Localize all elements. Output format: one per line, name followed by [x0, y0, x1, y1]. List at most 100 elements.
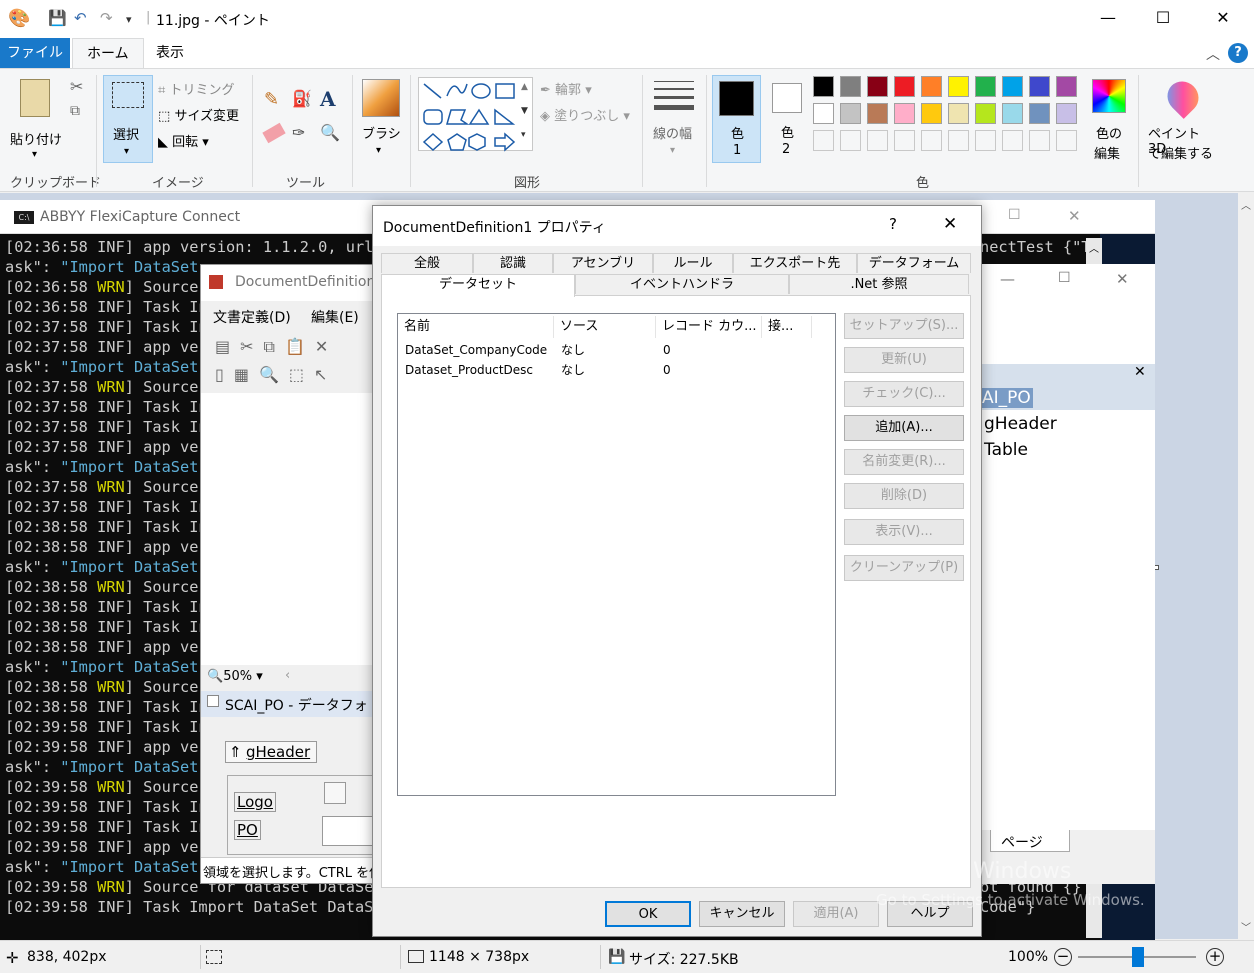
text-icon[interactable]: A: [320, 87, 336, 111]
palette-swatch[interactable]: [813, 76, 834, 97]
close-button[interactable]: ✕: [1208, 8, 1238, 27]
scroll-down-icon[interactable]: ﹀: [1241, 919, 1251, 934]
palette-swatch[interactable]: [840, 76, 861, 97]
palette-swatch[interactable]: [813, 103, 834, 124]
save-icon[interactable]: 💾: [48, 9, 67, 27]
tab-6[interactable]: データフォーム: [857, 253, 971, 273]
vertical-scrollbar[interactable]: ︿ ﹀: [1238, 193, 1254, 939]
fill-icon[interactable]: ⛽: [292, 89, 312, 108]
tab-view[interactable]: 表示: [142, 38, 198, 68]
select-button[interactable]: 選択 ▾: [103, 75, 153, 163]
color-picker-icon[interactable]: ✑: [292, 123, 305, 142]
paste-button[interactable]: 貼り付け ▾: [8, 75, 64, 165]
paint3d-button[interactable]: ペイント 3D で編集する: [1146, 75, 1222, 163]
ok-button[interactable]: OK: [605, 901, 691, 927]
copy-icon[interactable]: ⧉: [70, 103, 80, 119]
scroll-down-icon[interactable]: ▼: [521, 106, 528, 116]
palette-swatch[interactable]: [975, 76, 996, 97]
dataset-list[interactable]: 名前 ソース レコード カウ... 接... DataSet_CompanyCode な…: [397, 313, 836, 796]
magnifier-icon[interactable]: 🔍: [320, 123, 340, 142]
custom-color-slot[interactable]: [1002, 130, 1023, 151]
custom-color-slot[interactable]: [975, 130, 996, 151]
size-button[interactable]: 線の幅 ▾: [650, 77, 700, 163]
palette-swatch[interactable]: [948, 76, 969, 97]
rotate-button[interactable]: ◣ 回転 ▾: [158, 131, 209, 150]
list-item[interactable]: DataSet_CompanyCode なし 0: [398, 340, 835, 360]
zoom-slider-thumb[interactable]: [1132, 947, 1144, 967]
zoom-out-button[interactable]: −: [1054, 948, 1072, 966]
cleanup-button[interactable]: クリーンアップ(P): [844, 555, 964, 581]
custom-color-slot[interactable]: [948, 130, 969, 151]
palette-swatch[interactable]: [1002, 76, 1023, 97]
palette-swatch[interactable]: [894, 103, 915, 124]
palette-swatch[interactable]: [867, 76, 888, 97]
tab-home[interactable]: ホーム: [72, 38, 144, 68]
tab-dataset-active[interactable]: データセット: [381, 274, 575, 297]
palette-swatch[interactable]: [921, 76, 942, 97]
palette-swatch[interactable]: [840, 103, 861, 124]
scroll-up-icon[interactable]: ▲: [521, 82, 528, 92]
minimize-button[interactable]: —: [1093, 8, 1123, 27]
tab-3[interactable]: アセンブリ: [553, 253, 653, 273]
shapes-gallery[interactable]: ▲ ▼ ▾: [418, 77, 533, 152]
tab-9[interactable]: .Net 参照: [789, 274, 969, 294]
undo-icon[interactable]: ↶: [74, 9, 87, 27]
custom-color-slot[interactable]: [1056, 130, 1077, 151]
add-button[interactable]: 追加(A)...: [844, 415, 964, 441]
palette-swatch[interactable]: [975, 103, 996, 124]
palette-swatch[interactable]: [1029, 103, 1050, 124]
setup-button[interactable]: セットアップ(S)...: [844, 313, 964, 339]
view-button[interactable]: 表示(V)...: [844, 519, 964, 545]
help-icon[interactable]: ?: [1228, 43, 1248, 63]
color2-button[interactable]: 色 2: [764, 75, 810, 163]
delete-button[interactable]: 削除(D): [844, 483, 964, 509]
palette-swatch[interactable]: [1029, 76, 1050, 97]
column-header[interactable]: 名前: [398, 316, 554, 338]
palette-swatch[interactable]: [1056, 76, 1077, 97]
custom-color-slot[interactable]: [867, 130, 888, 151]
custom-color-slot[interactable]: [921, 130, 942, 151]
dialog-close-button[interactable]: ✕: [943, 214, 957, 234]
tab-5[interactable]: エクスポート先: [733, 253, 857, 273]
cancel-button[interactable]: キャンセル: [699, 901, 785, 927]
palette-swatch[interactable]: [894, 76, 915, 97]
palette-swatch[interactable]: [948, 103, 969, 124]
palette-swatch[interactable]: [867, 103, 888, 124]
update-button[interactable]: 更新(U): [844, 347, 964, 373]
tab-2[interactable]: 認識: [473, 253, 553, 273]
palette-swatch[interactable]: [921, 103, 942, 124]
trim-button[interactable]: ⌗ トリミング: [158, 79, 234, 98]
custom-color-slot[interactable]: [813, 130, 834, 151]
edit-colors-button[interactable]: 色の 編集: [1088, 75, 1132, 163]
fill-button[interactable]: ◈ 塗りつぶし ▾: [540, 105, 630, 124]
zoom-in-button[interactable]: +: [1206, 948, 1224, 966]
collapse-ribbon-icon[interactable]: ︿: [1206, 44, 1220, 64]
palette-swatch[interactable]: [1002, 103, 1023, 124]
eraser-icon[interactable]: [262, 122, 286, 144]
tab-4[interactable]: ルール: [653, 253, 733, 273]
apply-button[interactable]: 適用(A): [793, 901, 879, 927]
expand-icon[interactable]: ▾: [521, 130, 526, 140]
qat-dropdown-icon[interactable]: ▾: [126, 13, 132, 26]
custom-color-slot[interactable]: [894, 130, 915, 151]
custom-color-slot[interactable]: [840, 130, 861, 151]
palette-swatch[interactable]: [1056, 103, 1077, 124]
resize-button[interactable]: ⬚ サイズ変更: [158, 105, 239, 124]
list-item[interactable]: Dataset_ProductDesc なし 0: [398, 360, 835, 380]
tab-1[interactable]: 全般: [381, 253, 473, 273]
dialog-help-button[interactable]: ?: [889, 215, 897, 233]
custom-color-slot[interactable]: [1029, 130, 1050, 151]
rename-button[interactable]: 名前変更(R)...: [844, 449, 964, 475]
brush-button[interactable]: ブラシ ▾: [358, 75, 404, 163]
check-button[interactable]: チェック(C)...: [844, 381, 964, 407]
tab-8[interactable]: イベントハンドラ: [575, 274, 789, 294]
redo-icon[interactable]: ↷: [100, 9, 113, 27]
maximize-button[interactable]: ☐: [1148, 8, 1178, 27]
scroll-up-icon[interactable]: ︿: [1241, 197, 1251, 212]
tab-file[interactable]: ファイル: [0, 38, 70, 68]
column-header[interactable]: 接...: [762, 316, 812, 338]
column-header[interactable]: ソース: [554, 316, 656, 338]
cut-icon[interactable]: ✂: [70, 77, 83, 96]
column-header[interactable]: レコード カウ...: [656, 316, 762, 338]
outline-button[interactable]: ✒ 輪郭 ▾: [540, 79, 592, 98]
